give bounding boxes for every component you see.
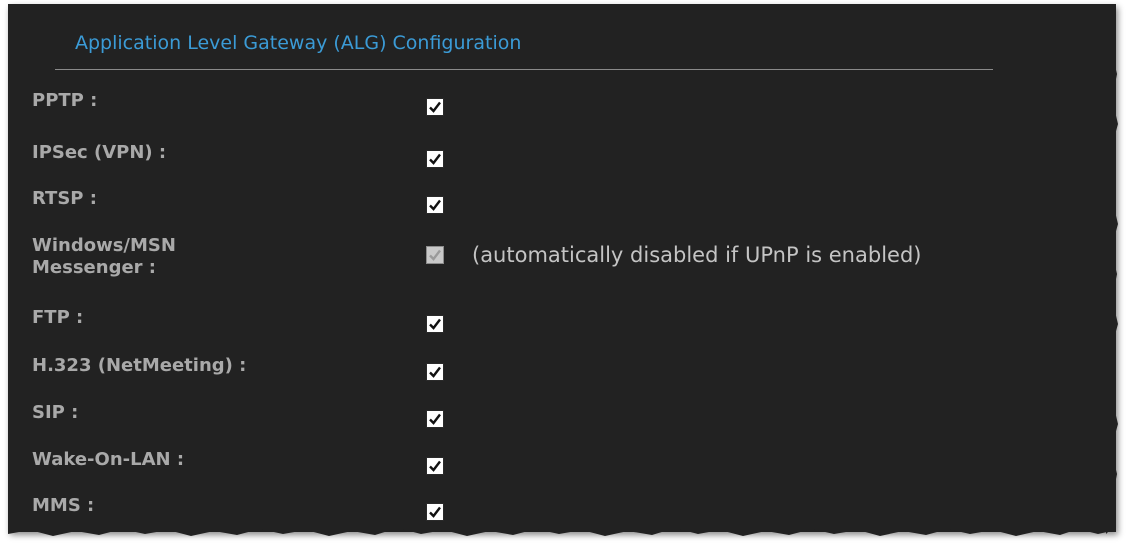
rtsp-label: RTSP : (32, 188, 97, 209)
checkmark-icon (429, 199, 441, 211)
row-wake-on-lan: Wake-On-LAN : (32, 449, 1112, 485)
row-ipsec: IPSec (VPN) : (32, 142, 1112, 178)
ftp-checkbox[interactable] (426, 315, 444, 333)
checkmark-icon (429, 366, 441, 378)
checkmark-icon (429, 153, 441, 165)
ipsec-checkbox[interactable] (426, 150, 444, 168)
wake-on-lan-label: Wake-On-LAN : (32, 449, 185, 470)
pptp-checkbox[interactable] (426, 98, 444, 116)
checkmark-icon (429, 318, 441, 330)
ftp-label: FTP : (32, 307, 84, 328)
torn-edge-right (1106, 4, 1118, 534)
wake-on-lan-checkbox[interactable] (426, 457, 444, 475)
mms-checkbox[interactable] (426, 503, 444, 521)
pptp-label: PPTP : (32, 90, 98, 111)
checkmark-icon (429, 506, 441, 518)
row-windows-msn-messenger: Windows/MSN Messenger : (automatically d… (32, 235, 1112, 285)
upnp-note: (automatically disabled if UPnP is enabl… (472, 243, 922, 267)
mms-label: MMS : (32, 495, 95, 516)
rtsp-checkbox[interactable] (426, 196, 444, 214)
row-rtsp: RTSP : (32, 188, 1112, 224)
row-ftp: FTP : (32, 307, 1112, 343)
sip-label: SIP : (32, 402, 79, 423)
checkmark-icon (429, 101, 441, 113)
row-h323: H.323 (NetMeeting) : (32, 355, 1112, 391)
checkmark-icon (429, 460, 441, 472)
torn-edge-bottom (8, 522, 1116, 536)
h323-checkbox[interactable] (426, 363, 444, 381)
checkmark-icon (429, 413, 441, 425)
windows-msn-label-line2: Messenger : (32, 257, 157, 278)
section-title: Application Level Gateway (ALG) Configur… (75, 32, 522, 54)
sip-checkbox[interactable] (426, 410, 444, 428)
windows-msn-checkbox[interactable] (426, 246, 444, 264)
alg-config-panel: Application Level Gateway (ALG) Configur… (8, 4, 1116, 532)
row-pptp: PPTP : (32, 90, 1112, 126)
ipsec-label: IPSec (VPN) : (32, 142, 167, 163)
row-sip: SIP : (32, 402, 1112, 438)
h323-label: H.323 (NetMeeting) : (32, 355, 247, 376)
checkmark-icon (429, 249, 441, 261)
title-divider (55, 69, 993, 70)
windows-msn-label-line1: Windows/MSN (32, 235, 176, 256)
